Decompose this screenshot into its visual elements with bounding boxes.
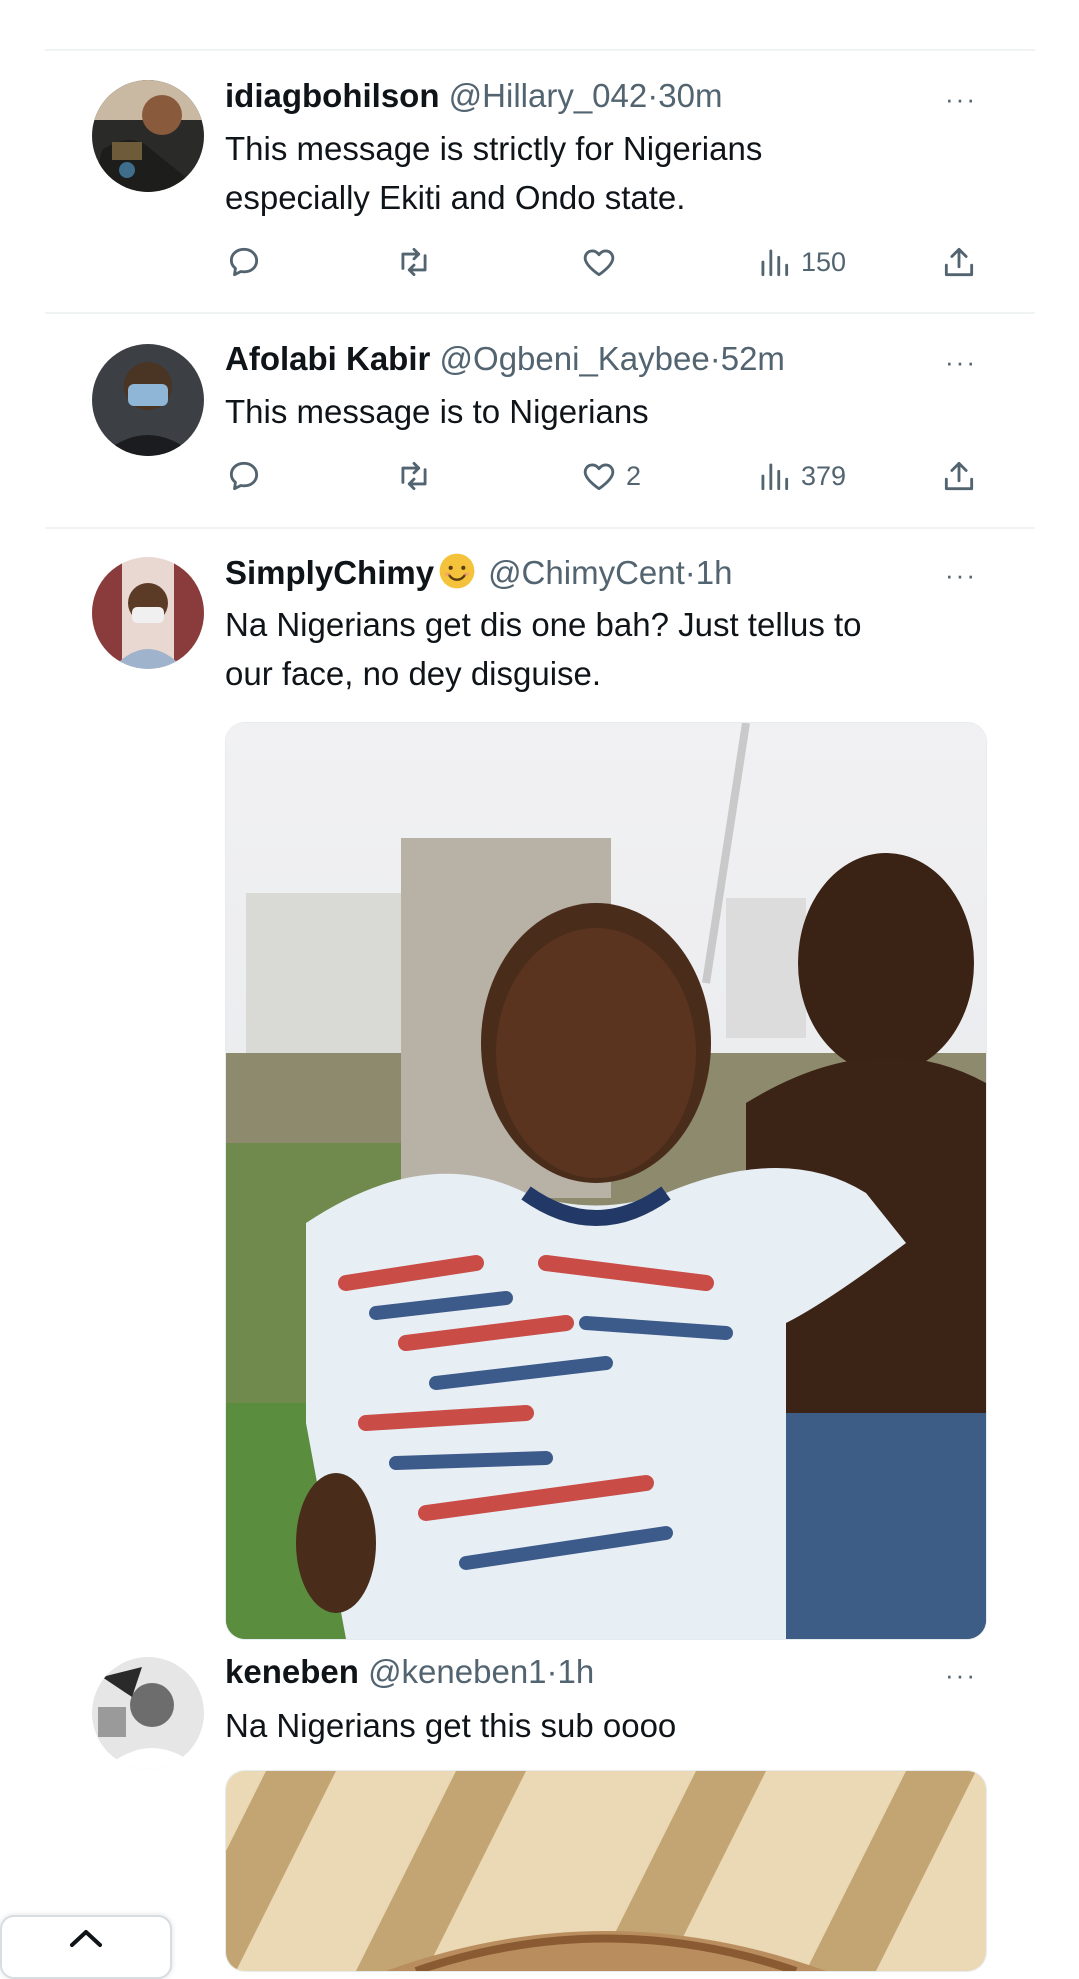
tweet-header: keneben @keneben1·1h <box>225 1652 594 1692</box>
tweet-text: Na Nigerians get this sub oooo <box>225 1701 985 1750</box>
share-button[interactable] <box>940 454 978 498</box>
retweet-button[interactable] <box>395 240 433 284</box>
author-name[interactable]: SimplyChimy <box>225 554 434 591</box>
tweet-text: Na Nigerians get dis one bah? Just tellu… <box>225 600 985 698</box>
view-count: 150 <box>801 246 847 277</box>
separator-dot: · <box>647 77 659 114</box>
tweet-text-line: Na Nigerians get dis one bah? Just tellu… <box>225 606 862 643</box>
tweet-photo[interactable] <box>225 1770 987 1972</box>
feed-divider <box>45 49 1035 51</box>
reply-icon <box>229 247 259 277</box>
tweet-text-line: Na Nigerians get this sub oooo <box>225 1707 677 1744</box>
share-button[interactable] <box>940 240 978 284</box>
reply-button[interactable] <box>225 454 263 498</box>
more-options-button[interactable]: ··· <box>945 560 977 591</box>
author-name[interactable]: idiagbohilson <box>225 77 439 114</box>
views-icon <box>761 249 789 277</box>
views-button[interactable]: 379 <box>755 454 846 498</box>
tweet-actions: 2 379 <box>225 454 995 498</box>
scroll-to-top-button[interactable] <box>0 1915 172 1979</box>
feed-divider <box>45 312 1035 314</box>
separator-dot: · <box>709 340 721 377</box>
avatar[interactable] <box>92 80 204 192</box>
author-name[interactable]: Afolabi Kabir <box>225 340 430 377</box>
avatar[interactable] <box>92 1657 204 1769</box>
tweet-photo[interactable] <box>225 722 987 1640</box>
separator-dot: · <box>684 554 696 591</box>
views-button[interactable]: 150 <box>755 240 846 284</box>
author-handle[interactable]: @Hillary_042 <box>449 77 648 114</box>
more-options-button[interactable]: ··· <box>945 1660 977 1691</box>
share-icon <box>944 247 974 277</box>
heart-icon <box>583 463 615 491</box>
timestamp[interactable]: 30m <box>658 77 722 114</box>
tweet-text: This message is strictly for Nigerians e… <box>225 124 985 222</box>
like-button[interactable]: 2 <box>580 454 641 498</box>
retweet-icon <box>401 247 427 277</box>
chevron-up-icon <box>70 1930 102 1947</box>
like-count: 2 <box>626 460 642 491</box>
timestamp[interactable]: 1h <box>696 554 733 591</box>
views-icon <box>761 463 789 491</box>
separator-dot: · <box>546 1653 558 1690</box>
tweet-text-line: especially Ekiti and Ondo state. <box>225 179 686 216</box>
retweet-button[interactable] <box>395 454 433 498</box>
tweet-header: Afolabi Kabir @Ogbeni_Kaybee·52m <box>225 339 785 379</box>
tweet-text-line: This message is strictly for Nigerians <box>225 130 763 167</box>
tweet-text-line: our face, no dey disguise. <box>225 655 602 692</box>
reply-icon <box>229 461 259 491</box>
tweet-header: SimplyChimy @ChimyCent·1h <box>225 552 733 599</box>
tweet-actions: 150 <box>225 240 995 284</box>
author-handle[interactable]: @keneben1 <box>368 1653 546 1690</box>
avatar[interactable] <box>92 344 204 456</box>
view-count: 379 <box>801 460 847 491</box>
tweet-text-line: This message is to Nigerians <box>225 393 649 430</box>
smiling-face-emoji <box>438 552 476 599</box>
author-handle[interactable]: @ChimyCent <box>488 554 685 591</box>
share-icon <box>944 461 974 491</box>
avatar[interactable] <box>92 557 204 669</box>
timestamp[interactable]: 1h <box>558 1653 595 1690</box>
heart-icon <box>583 249 615 277</box>
like-button[interactable] <box>580 240 626 284</box>
author-name[interactable]: keneben <box>225 1653 359 1690</box>
retweet-icon <box>401 461 427 491</box>
more-options-button[interactable]: ··· <box>945 347 977 378</box>
tweet-header: idiagbohilson @Hillary_042·30m <box>225 76 722 116</box>
timestamp[interactable]: 52m <box>721 340 785 377</box>
more-options-button[interactable]: ··· <box>945 84 977 115</box>
feed-divider <box>45 527 1035 529</box>
reply-button[interactable] <box>225 240 263 284</box>
tweet-text: This message is to Nigerians <box>225 387 985 436</box>
author-handle[interactable]: @Ogbeni_Kaybee <box>440 340 710 377</box>
